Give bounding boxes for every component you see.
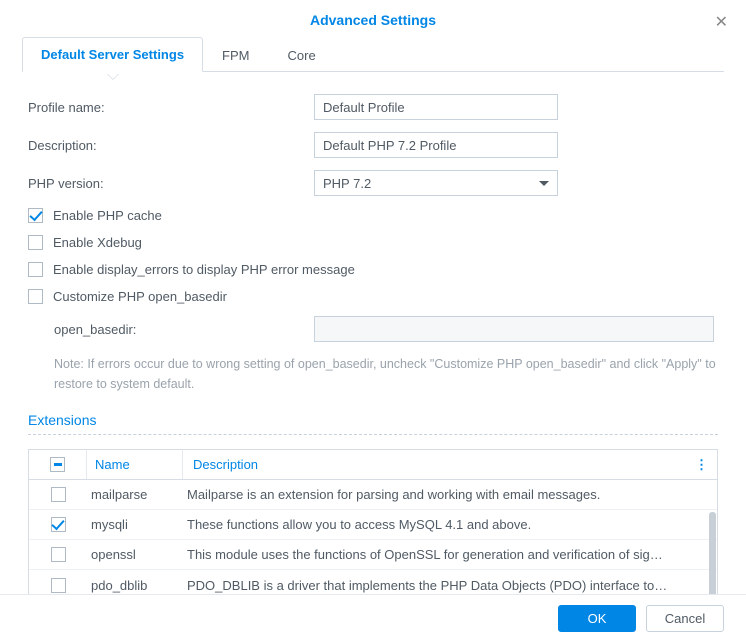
php-version-value: PHP 7.2: [323, 176, 371, 191]
tabs: Default Server Settings FPM Core: [22, 36, 724, 72]
extension-name: mailparse: [87, 487, 183, 502]
extensions-title: Extensions: [28, 412, 718, 434]
scrollbar-thumb[interactable]: [709, 512, 716, 600]
column-header-description[interactable]: Description: [183, 457, 717, 472]
profile-name-input[interactable]: [314, 94, 558, 120]
extension-checkbox[interactable]: [51, 517, 66, 532]
extension-name: pdo_dblib: [87, 578, 183, 593]
profile-name-label: Profile name:: [28, 100, 314, 115]
enable-xdebug-checkbox[interactable]: [28, 235, 43, 250]
tab-core[interactable]: Core: [269, 38, 335, 72]
section-divider: [28, 434, 718, 435]
table-row: openssl This module uses the functions o…: [29, 540, 717, 570]
extension-desc: These functions allow you to access MySQ…: [183, 517, 717, 532]
dialog-header: Advanced Settings ✕: [0, 0, 746, 36]
customize-open-basedir-label: Customize PHP open_basedir: [53, 289, 227, 304]
tab-content: Profile name: Description: PHP version: …: [0, 72, 746, 605]
extensions-table: Name Description ⋮ mailparse Mailparse i…: [28, 449, 718, 601]
enable-php-cache-label: Enable PHP cache: [53, 208, 162, 223]
enable-xdebug-label: Enable Xdebug: [53, 235, 142, 250]
extension-name: openssl: [87, 547, 183, 562]
extension-name: mysqli: [87, 517, 183, 532]
note-body: If errors occur due to wrong setting of …: [54, 357, 716, 391]
enable-php-cache-checkbox[interactable]: [28, 208, 43, 223]
close-icon[interactable]: ✕: [715, 12, 728, 32]
extension-desc: PDO_DBLIB is a driver that implements th…: [183, 578, 717, 593]
extension-checkbox[interactable]: [51, 547, 66, 562]
extension-checkbox[interactable]: [51, 578, 66, 593]
enable-display-errors-checkbox[interactable]: [28, 262, 43, 277]
open-basedir-note: Note: If errors occur due to wrong setti…: [28, 354, 718, 394]
extension-checkbox[interactable]: [51, 487, 66, 502]
table-menu-icon[interactable]: ⋮: [695, 457, 709, 473]
open-basedir-label: open_basedir:: [28, 322, 314, 337]
extension-desc: Mailparse is an extension for parsing an…: [183, 487, 717, 502]
extension-desc: This module uses the functions of OpenSS…: [183, 547, 717, 562]
table-row: mailparse Mailparse is an extension for …: [29, 480, 717, 510]
column-header-name[interactable]: Name: [87, 450, 183, 479]
php-version-label: PHP version:: [28, 176, 314, 191]
chevron-down-icon: [539, 181, 549, 186]
customize-open-basedir-checkbox[interactable]: [28, 289, 43, 304]
tab-default-server-settings[interactable]: Default Server Settings: [22, 37, 203, 72]
table-row: mysqli These functions allow you to acce…: [29, 510, 717, 540]
dialog-footer: OK Cancel: [0, 594, 746, 642]
open-basedir-input: [314, 316, 714, 342]
cancel-button[interactable]: Cancel: [646, 605, 724, 632]
note-prefix: Note:: [54, 357, 84, 371]
dialog-title: Advanced Settings: [310, 12, 436, 28]
extensions-header: Name Description ⋮: [29, 450, 717, 480]
enable-display-errors-label: Enable display_errors to display PHP err…: [53, 262, 355, 277]
php-version-select[interactable]: PHP 7.2: [314, 170, 558, 196]
extensions-select-all-checkbox[interactable]: [50, 457, 65, 472]
description-label: Description:: [28, 138, 314, 153]
tab-fpm[interactable]: FPM: [203, 38, 268, 72]
description-input[interactable]: [314, 132, 558, 158]
ok-button[interactable]: OK: [558, 605, 636, 632]
